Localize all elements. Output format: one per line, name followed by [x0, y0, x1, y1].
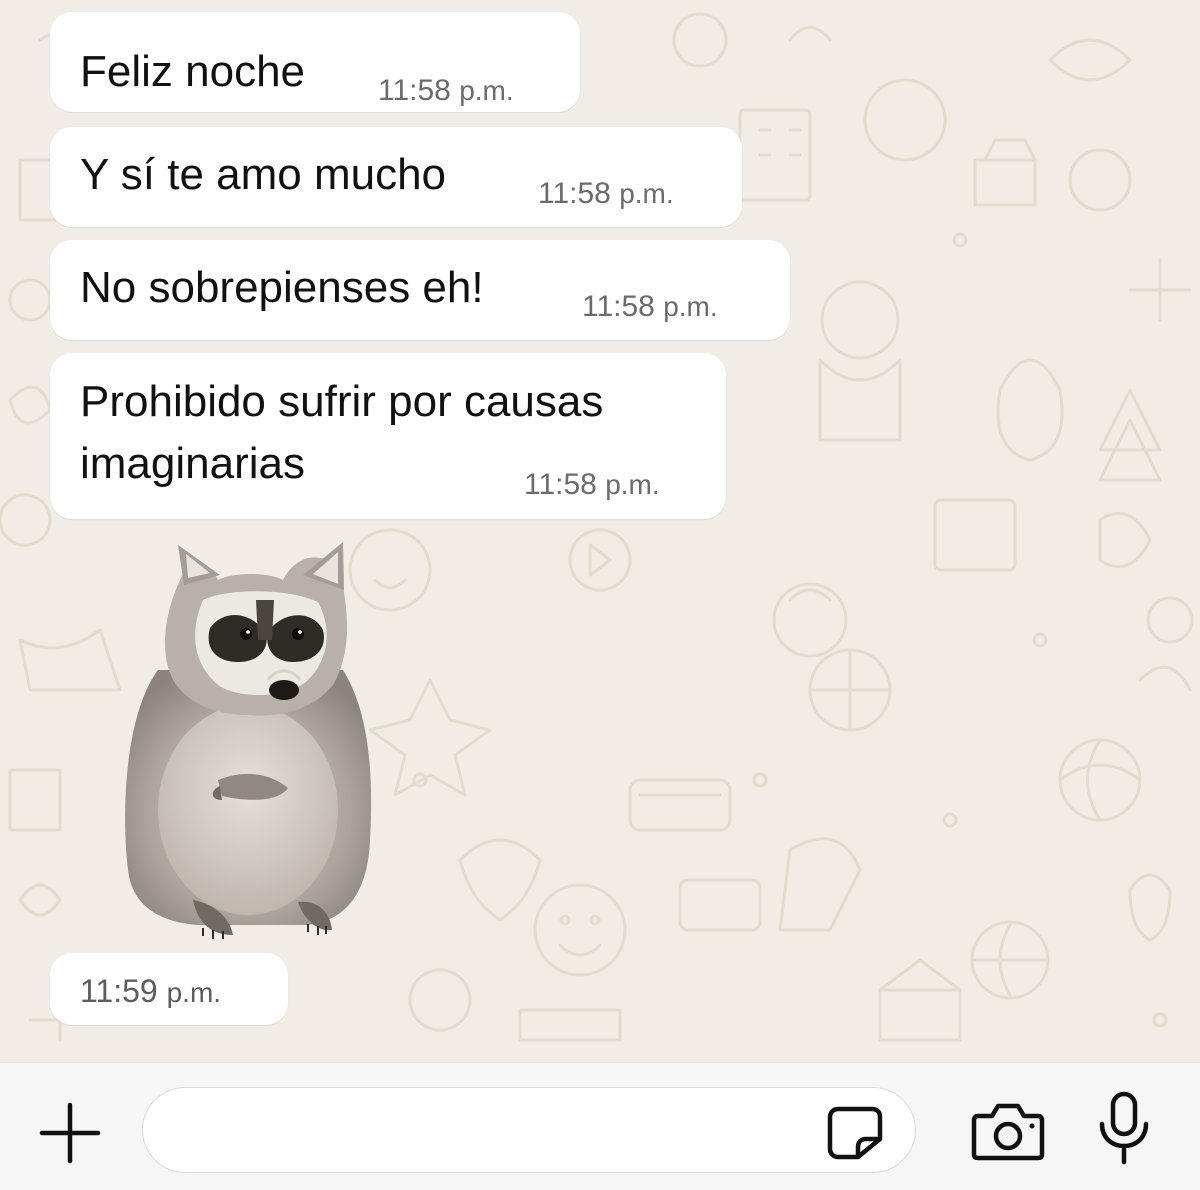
timestamp-period: p.m. [166, 977, 222, 1008]
message-input[interactable] [142, 1087, 916, 1173]
message-timestamp: 11:58 p.m. [524, 468, 660, 502]
timestamp-time: 11:58 [582, 290, 655, 323]
sticker-icon[interactable] [826, 1105, 884, 1161]
microphone-icon[interactable] [1096, 1090, 1152, 1166]
timestamp-time: 11:58 [538, 177, 611, 210]
sticker-timestamp-bubble: 11:59 p.m. [50, 953, 288, 1025]
message-timestamp: 11:59 p.m. [80, 973, 221, 1010]
message-bubble[interactable]: No sobrepienses eh! 11:58 p.m. [50, 240, 790, 340]
plus-icon[interactable] [36, 1099, 104, 1167]
message-text: Y sí te amo mucho [80, 150, 447, 199]
message-timestamp: 11:58 p.m. [538, 177, 674, 211]
raccoon-sticker-icon[interactable] [118, 540, 380, 942]
message-bubble[interactable]: Prohibido sufrir por causas imaginarias … [50, 353, 726, 519]
camera-icon[interactable] [970, 1100, 1046, 1162]
timestamp-time: 11:58 [378, 74, 451, 107]
timestamp-period: p.m. [619, 178, 674, 209]
message-bubble[interactable]: Y sí te amo mucho 11:58 p.m. [50, 127, 742, 227]
timestamp-time: 11:58 [524, 468, 597, 501]
message-text: Feliz noche [80, 47, 306, 96]
message-text: No sobrepienses eh! [80, 263, 484, 312]
timestamp-period: p.m. [459, 75, 514, 106]
timestamp-period: p.m. [663, 291, 718, 322]
message-timestamp: 11:58 p.m. [378, 74, 514, 108]
message-bubble[interactable]: Feliz noche 11:58 p.m. [50, 12, 580, 112]
message-timestamp: 11:58 p.m. [582, 290, 718, 324]
chat-area: Feliz noche 11:58 p.m. Y sí te amo mucho… [0, 0, 1200, 1062]
timestamp-period: p.m. [605, 469, 660, 500]
timestamp-time: 11:59 [80, 973, 158, 1009]
